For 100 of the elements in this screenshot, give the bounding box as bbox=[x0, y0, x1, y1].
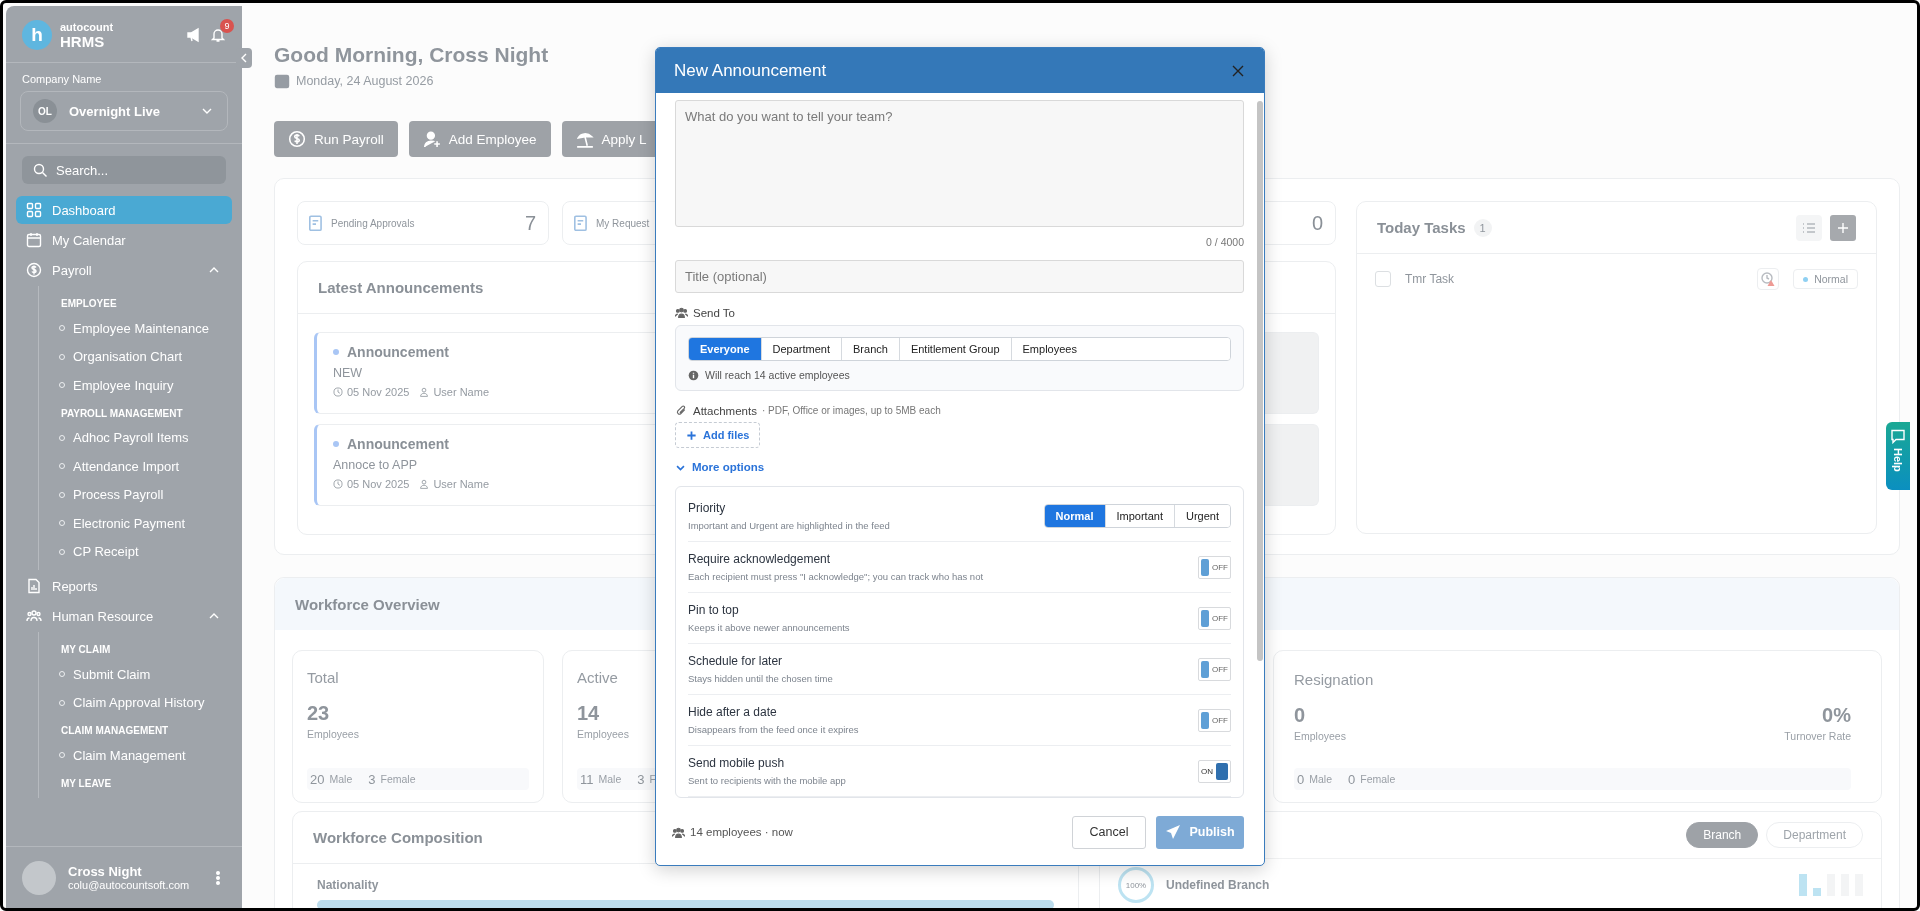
add-user-icon bbox=[422, 130, 441, 148]
branch-name: Undefined Branch bbox=[1166, 878, 1271, 892]
view-tab[interactable]: Branch bbox=[1686, 822, 1759, 848]
stat-card: Total 23 Employees 20 Male 3 Female bbox=[292, 650, 544, 803]
avatar bbox=[22, 860, 56, 895]
clock-icon bbox=[333, 387, 343, 397]
option-label: Send mobile push bbox=[688, 756, 786, 770]
option-description: Keeps it above newer announcements bbox=[688, 622, 851, 633]
add-files-button[interactable]: Add files bbox=[675, 422, 761, 448]
quick-action-button[interactable]: Add Employee bbox=[408, 121, 551, 157]
chat-icon bbox=[1890, 428, 1906, 444]
people-icon bbox=[672, 825, 685, 839]
nav-subitem[interactable]: Claim Management bbox=[39, 741, 242, 770]
user-icon bbox=[419, 387, 430, 397]
nav-subitem[interactable]: Adhoc Payroll Items bbox=[39, 423, 242, 452]
nav-subitem[interactable]: Submit Claim bbox=[39, 660, 242, 689]
task-checkbox[interactable] bbox=[1375, 271, 1391, 287]
option-description: Important and Urgent are highlighted in the feed bbox=[688, 520, 891, 531]
brand-name: autocount bbox=[60, 21, 114, 33]
notification-badge: 9 bbox=[220, 19, 234, 33]
title-field[interactable]: Title (optional) bbox=[675, 260, 1244, 293]
search-icon bbox=[32, 162, 48, 178]
toggle-switch[interactable]: ON bbox=[1198, 759, 1231, 783]
nav-item[interactable]: My Calendar bbox=[16, 226, 232, 254]
priority-option[interactable]: Normal bbox=[1044, 505, 1106, 527]
people-icon bbox=[26, 608, 42, 624]
priority-tag: Normal bbox=[1793, 269, 1858, 289]
bell-icon bbox=[210, 27, 226, 43]
document-icon bbox=[572, 214, 590, 232]
option-label: Priority bbox=[688, 501, 727, 515]
message-field[interactable]: What do you want to tell your team? bbox=[675, 100, 1244, 227]
option-label: Require acknowledgement bbox=[688, 552, 832, 566]
stat-card[interactable]: Pending Approvals 7 bbox=[297, 201, 549, 245]
nav-subitem[interactable]: Employee Maintenance bbox=[39, 314, 242, 343]
cancel-button[interactable]: Cancel bbox=[1072, 815, 1146, 849]
task-label: Tmr Task bbox=[1405, 272, 1455, 286]
nav-item[interactable]: Dashboard bbox=[16, 196, 232, 224]
clock-icon bbox=[333, 479, 343, 489]
logo: h bbox=[22, 20, 52, 50]
add-task-button[interactable] bbox=[1830, 214, 1856, 241]
nav-subitem[interactable]: Organisation Chart bbox=[39, 342, 242, 371]
plus-icon bbox=[686, 429, 697, 441]
nav-subitem[interactable]: Employee Inquiry bbox=[39, 371, 242, 400]
user-email: colu@autocountsoft.com bbox=[68, 879, 191, 891]
card-title: Workforce Composition bbox=[313, 829, 483, 846]
toggle-switch[interactable]: OFF bbox=[1198, 555, 1231, 579]
collapse-button[interactable] bbox=[236, 48, 252, 68]
audience-option[interactable]: Everyone bbox=[689, 338, 762, 360]
card-title: Latest Announcements bbox=[318, 279, 484, 296]
option-label: Hide after a date bbox=[688, 705, 778, 719]
paper-plane-icon bbox=[1165, 824, 1182, 840]
more-options-toggle[interactable]: More options bbox=[675, 461, 765, 473]
stat-card: Resignation 0 Employees 0% Turnover Rate 0 Male 0 Female bbox=[1273, 650, 1882, 803]
nav-section-heading: CLAIM MANAGEMENT bbox=[60, 724, 170, 738]
search-field[interactable]: Search... bbox=[22, 156, 226, 184]
chart-label: Nationality bbox=[316, 877, 380, 894]
clock-warning-icon bbox=[1760, 271, 1777, 287]
people-icon bbox=[675, 306, 688, 319]
nav-section-heading: EMPLOYEE bbox=[60, 297, 118, 311]
info-icon bbox=[688, 369, 699, 381]
toggle-switch[interactable]: OFF bbox=[1198, 708, 1231, 732]
toggle-switch[interactable]: OFF bbox=[1198, 606, 1231, 630]
greeting: Good Morning, Cross Night bbox=[274, 43, 550, 67]
field-hint: · PDF, Office or images, up to 5MB each bbox=[761, 405, 941, 416]
option-label: Schedule for later bbox=[688, 654, 784, 668]
nav-section-heading: MY LEAVE bbox=[60, 776, 113, 791]
help-tab[interactable]: Help bbox=[1886, 422, 1910, 490]
nav-subitem[interactable]: CP Receipt bbox=[39, 537, 242, 566]
megaphone-icon bbox=[186, 27, 202, 43]
date-text: Monday, 24 August 2026 bbox=[296, 74, 434, 88]
user-icon bbox=[419, 479, 430, 489]
nav-section-heading: PAYROLL MANAGEMENT bbox=[60, 406, 184, 421]
list-view-button[interactable] bbox=[1796, 214, 1822, 241]
field-label: Attachments bbox=[693, 404, 757, 417]
beach-icon bbox=[575, 130, 594, 148]
character-counter: 0 / 4000 bbox=[1205, 236, 1244, 248]
view-tab[interactable]: Department bbox=[1766, 822, 1863, 848]
nav-subitem[interactable]: Electronic Payment bbox=[39, 509, 242, 538]
user-name: Cross Night bbox=[68, 864, 143, 879]
nav-section-heading: MY CLAIM bbox=[60, 643, 112, 657]
company-select[interactable]: OL Overnight Live bbox=[20, 91, 228, 131]
mini-bar-chart bbox=[1799, 874, 1863, 896]
brand-product: HRMS bbox=[60, 33, 106, 49]
quick-action-button[interactable]: Run Payroll bbox=[274, 121, 398, 157]
grid-icon bbox=[26, 202, 42, 218]
nav-item[interactable]: Human Resource bbox=[16, 602, 232, 630]
nav-subitem[interactable]: Claim Approval History bbox=[39, 688, 242, 717]
dialog-title: New Announcement bbox=[674, 60, 827, 81]
field-label: Send To bbox=[693, 306, 735, 319]
company-label: Company Name bbox=[21, 72, 103, 87]
nav-subitem[interactable]: Process Payroll bbox=[39, 480, 242, 509]
dollar-icon bbox=[26, 262, 42, 278]
nav-item[interactable]: Payroll bbox=[16, 256, 232, 284]
dollar-icon bbox=[288, 130, 306, 148]
report-icon bbox=[26, 578, 42, 594]
recipient-summary: 14 employees · now bbox=[690, 826, 793, 838]
toggle-switch[interactable]: OFF bbox=[1198, 657, 1231, 681]
nav-item[interactable]: Reports bbox=[16, 572, 232, 600]
scrollbar[interactable] bbox=[1257, 101, 1263, 661]
nav-subitem[interactable]: Attendance Import bbox=[39, 452, 242, 481]
